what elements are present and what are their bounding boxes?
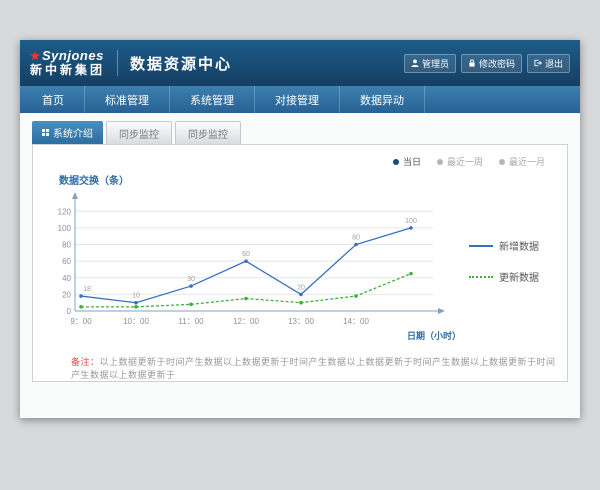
- line-chart: 0 20 40 60 80 100 120 9：00 10：00 11：00 12：00 13：00 1…: [45, 189, 465, 347]
- tab-sync-monitor-2[interactable]: 同步监控: [175, 121, 241, 144]
- tab-bar: 系统介绍 同步监控 同步监控: [32, 123, 580, 144]
- content-area: 系统介绍 同步监控 同步监控 当日 最近一周: [20, 113, 580, 418]
- svg-text:40: 40: [62, 274, 71, 283]
- series-new-label: 新增数据: [499, 238, 539, 253]
- app-window: Synjones 新中新集团 数据资源中心 管理员: [20, 40, 580, 418]
- legend-new-data[interactable]: 新增数据: [469, 238, 539, 253]
- tab-label: 同步监控: [188, 130, 228, 141]
- nav-item-data-change[interactable]: 数据异动: [340, 86, 425, 113]
- svg-text:80: 80: [352, 235, 360, 242]
- svg-text:10: 10: [132, 293, 140, 300]
- grid-icon: [42, 129, 49, 136]
- svg-text:0: 0: [67, 307, 72, 316]
- svg-text:30: 30: [187, 276, 195, 283]
- legend-dot-today: [393, 159, 399, 165]
- logout-button[interactable]: 退出: [527, 54, 570, 73]
- svg-text:60: 60: [242, 251, 250, 258]
- nav-item-system-mgmt[interactable]: 系统管理: [170, 86, 255, 113]
- time-range-legend: 当日 最近一周 最近一月: [37, 151, 563, 168]
- svg-text:18: 18: [83, 286, 91, 293]
- svg-text:12：00: 12：00: [233, 317, 259, 326]
- topbar-actions: 管理员 修改密码 退出: [404, 54, 570, 73]
- page-background: Synjones 新中新集团 数据资源中心 管理员: [0, 40, 600, 418]
- legend-today[interactable]: 当日: [393, 155, 421, 168]
- nav-item-connection-mgmt[interactable]: 对接管理: [255, 86, 340, 113]
- footnote: 备注：以上数据更新于时间产生数据以上数据更新于时间产生数据以上数据更新于时间产生…: [71, 355, 563, 389]
- app-title: 数据资源中心: [130, 53, 232, 74]
- chart-row: 0 20 40 60 80 100 120 9：00 10：00 11：00 12：00 13：00 1…: [37, 189, 563, 347]
- logo-text: Synjones: [42, 49, 104, 63]
- topbar: Synjones 新中新集团 数据资源中心 管理员: [20, 40, 580, 86]
- svg-text:100: 100: [405, 218, 417, 225]
- logout-icon: [534, 59, 542, 67]
- logout-label: 退出: [545, 57, 563, 70]
- svg-text:100: 100: [58, 224, 72, 233]
- footnote-label: 备注：: [71, 357, 100, 367]
- svg-text:120: 120: [58, 207, 72, 216]
- nav-item-home[interactable]: 首页: [22, 86, 85, 113]
- legend-last-month[interactable]: 最近一月: [499, 155, 545, 168]
- legend-today-label: 当日: [403, 155, 421, 168]
- logo: Synjones 新中新集团: [30, 49, 105, 77]
- series-legend: 新增数据 更新数据: [469, 238, 539, 284]
- svg-text:11：00: 11：00: [178, 317, 204, 326]
- admin-button[interactable]: 管理员: [404, 54, 456, 73]
- tab-sync-monitor-1[interactable]: 同步监控: [106, 121, 172, 144]
- lock-icon: [468, 59, 476, 67]
- svg-text:9：00: 9：00: [70, 317, 92, 326]
- svg-text:80: 80: [62, 241, 71, 250]
- legend-last-week[interactable]: 最近一周: [437, 155, 483, 168]
- svg-text:20: 20: [297, 284, 305, 291]
- legend-update-data[interactable]: 更新数据: [469, 269, 539, 284]
- main-nav: 首页 标准管理 系统管理 对接管理 数据异动: [20, 86, 580, 113]
- series-update-label: 更新数据: [499, 269, 539, 284]
- user-icon: [411, 59, 419, 67]
- change-password-label: 修改密码: [479, 57, 515, 70]
- legend-last-month-label: 最近一月: [509, 155, 545, 168]
- brand-text: 新中新集团: [30, 64, 105, 77]
- y-axis-title: 数据交换（条）: [59, 172, 563, 187]
- svg-text:10：00: 10：00: [123, 317, 149, 326]
- logo-star-icon: [30, 51, 40, 61]
- chart-panel: 当日 最近一周 最近一月 数据交换（条） 0 20 40 60 80 100 120 9：00…: [32, 144, 568, 382]
- legend-dot-last-month: [499, 159, 505, 165]
- header-divider: [117, 50, 118, 76]
- nav-item-standard-mgmt[interactable]: 标准管理: [85, 86, 170, 113]
- svg-text:13：00: 13：00: [288, 317, 314, 326]
- legend-last-week-label: 最近一周: [447, 155, 483, 168]
- svg-text:60: 60: [62, 257, 71, 266]
- tab-label: 同步监控: [119, 130, 159, 141]
- series-line-sample-new: [469, 245, 493, 247]
- tab-system-intro[interactable]: 系统介绍: [32, 121, 103, 144]
- footnote-text: 以上数据更新于时间产生数据以上数据更新于时间产生数据以上数据更新于时间产生数据以…: [71, 357, 556, 380]
- svg-text:14：00: 14：00: [343, 317, 369, 326]
- admin-button-label: 管理员: [422, 57, 449, 70]
- change-password-button[interactable]: 修改密码: [461, 54, 522, 73]
- tab-label: 系统介绍: [53, 125, 93, 140]
- svg-text:20: 20: [62, 290, 71, 299]
- svg-text:日期（小时）: 日期（小时）: [407, 330, 461, 341]
- legend-dot-last-week: [437, 159, 443, 165]
- series-line-sample-update: [469, 276, 493, 278]
